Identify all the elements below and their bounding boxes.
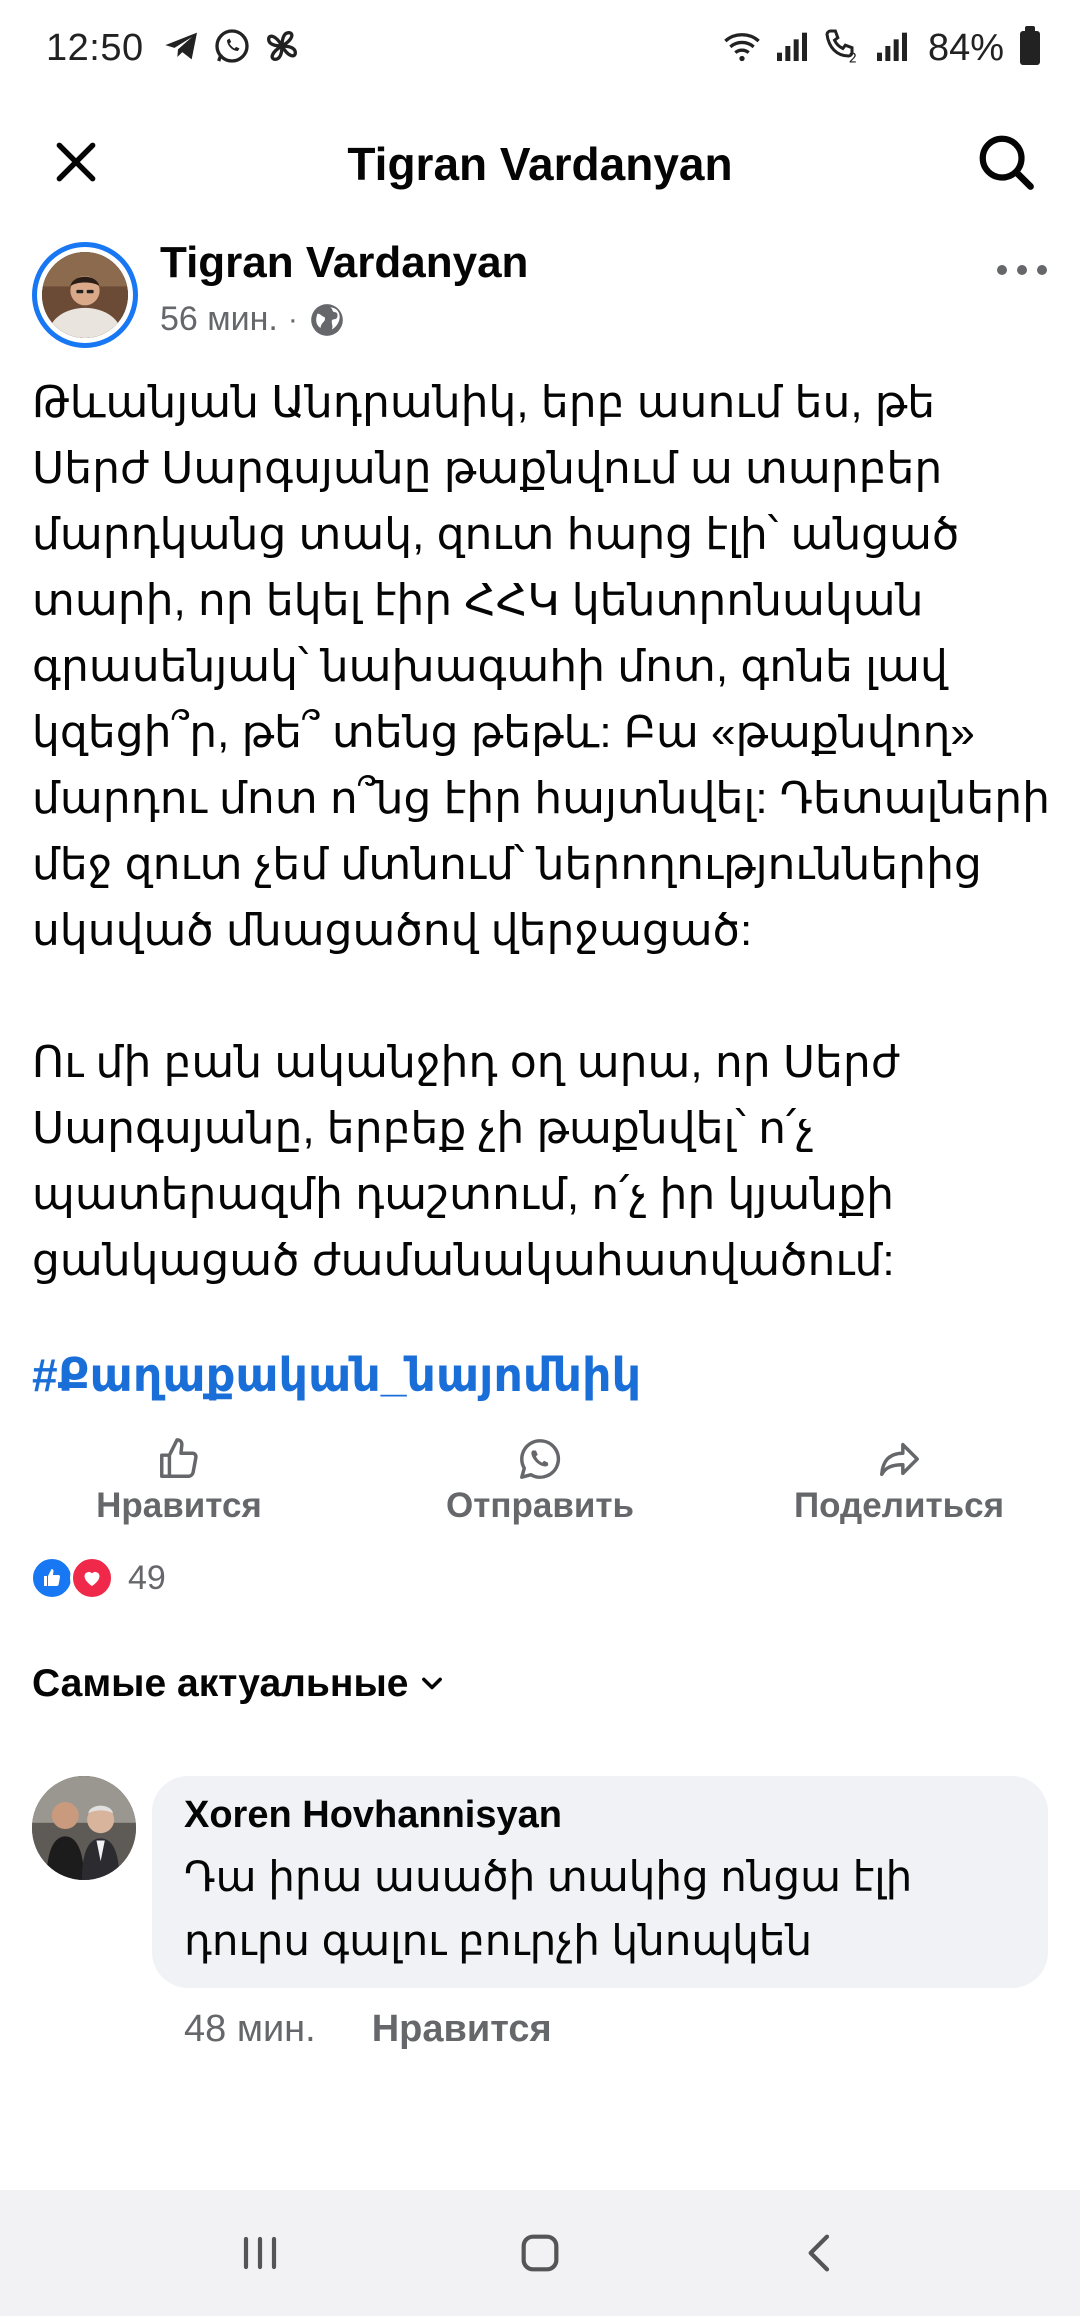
svg-text:2: 2 [849, 51, 857, 65]
share-label: Поделиться [793, 1486, 1005, 1525]
send-label: Отправить [445, 1486, 635, 1525]
share-icon [880, 1442, 919, 1477]
pinwheel-icon [262, 26, 302, 71]
reactions-summary[interactable]: 49 [30, 1556, 166, 1600]
share-button[interactable]: Поделиться [790, 1436, 1008, 1526]
wifi-calling-icon: 2 [822, 26, 862, 71]
system-icons: 2 84% [722, 26, 1040, 71]
battery-icon [1020, 26, 1040, 65]
post-text: Թևանյան Անդրանիկ, երբ ասում ես, թե Սերժ … [32, 370, 1052, 1360]
comment-text: Դա իրա ասածի տակից ոնցա էլի դուրս գալու … [184, 1853, 913, 1964]
reaction-count: 49 [128, 1558, 166, 1597]
close-button[interactable] [44, 130, 108, 194]
whatsapp-icon [212, 26, 252, 71]
post-meta: 56 мин. · [160, 300, 346, 339]
page-title: Tigran Vardanyan [347, 138, 733, 190]
post-time[interactable]: 56 мин. [160, 300, 278, 339]
comment-meta: 48 мин. Нравится [184, 2008, 552, 2051]
sort-label: Самые актуальные [32, 1662, 409, 1705]
author-name[interactable]: Tigran Vardanyan [160, 238, 528, 288]
commenter-avatar[interactable] [32, 1776, 136, 1880]
comment-author[interactable]: Xoren Hovhannisyan [184, 1794, 1016, 1837]
comment-time: 48 мин. [184, 2008, 316, 2050]
like-reaction-icon [30, 1556, 74, 1600]
love-reaction-icon [70, 1556, 114, 1600]
avatar-image [42, 252, 128, 338]
system-nav-bar [0, 2190, 1080, 2316]
more-icon [997, 265, 1047, 275]
telegram-icon [162, 26, 202, 71]
meta-separator: · [287, 302, 298, 336]
chevron-down-icon [422, 1677, 443, 1690]
battery-percent: 84% [927, 26, 1004, 69]
signal-icon [772, 26, 812, 71]
globe-icon [311, 303, 343, 336]
recent-apps-icon [243, 2236, 277, 2270]
back-icon [808, 2234, 830, 2272]
signal-icon [872, 26, 912, 71]
status-time: 12:50 [46, 26, 144, 69]
search-icon [979, 135, 1034, 190]
comments-sort-dropdown[interactable]: Самые актуальные [32, 1662, 446, 1706]
send-button[interactable]: Отправить [444, 1436, 636, 1526]
home-icon [521, 2234, 559, 2272]
comment-like-button[interactable]: Нравится [372, 2008, 552, 2051]
post-paragraph: Ու մի բան ականջիդ օղ արա, որ Սերժ Սարգսյ… [32, 1038, 900, 1285]
close-icon [56, 142, 96, 182]
like-label: Нравится [96, 1486, 262, 1525]
more-options-button[interactable] [992, 250, 1052, 290]
search-button[interactable] [972, 128, 1040, 196]
post-header: Tigran Vardanyan 56 мин. · [0, 232, 1080, 368]
like-button[interactable]: Нравится [94, 1436, 264, 1526]
whatsapp-icon [520, 1439, 561, 1479]
recent-apps-button[interactable] [220, 2213, 300, 2293]
notification-icons [162, 26, 302, 71]
post-paragraph: Թևանյան Անդրանիկ, երբ ասում ես, թե Սերժ … [32, 378, 1051, 955]
comment-bubble[interactable]: Xoren Hovhannisyan Դա իրա ասածի տակից ոն… [152, 1776, 1048, 1988]
post-actions: Нравится Отправить Поделиться [0, 1436, 1080, 1556]
wifi-icon [722, 26, 762, 71]
back-button[interactable] [780, 2213, 860, 2293]
app-bar: Tigran Vardanyan [0, 96, 1080, 232]
author-avatar[interactable] [32, 242, 138, 348]
status-bar: 12:50 2 84% [0, 0, 1080, 96]
hashtag-link[interactable]: #Քաղաքական_նայոմնիկ [32, 1348, 641, 1402]
home-button[interactable] [500, 2213, 580, 2293]
thumbs-up-icon [160, 1438, 198, 1478]
